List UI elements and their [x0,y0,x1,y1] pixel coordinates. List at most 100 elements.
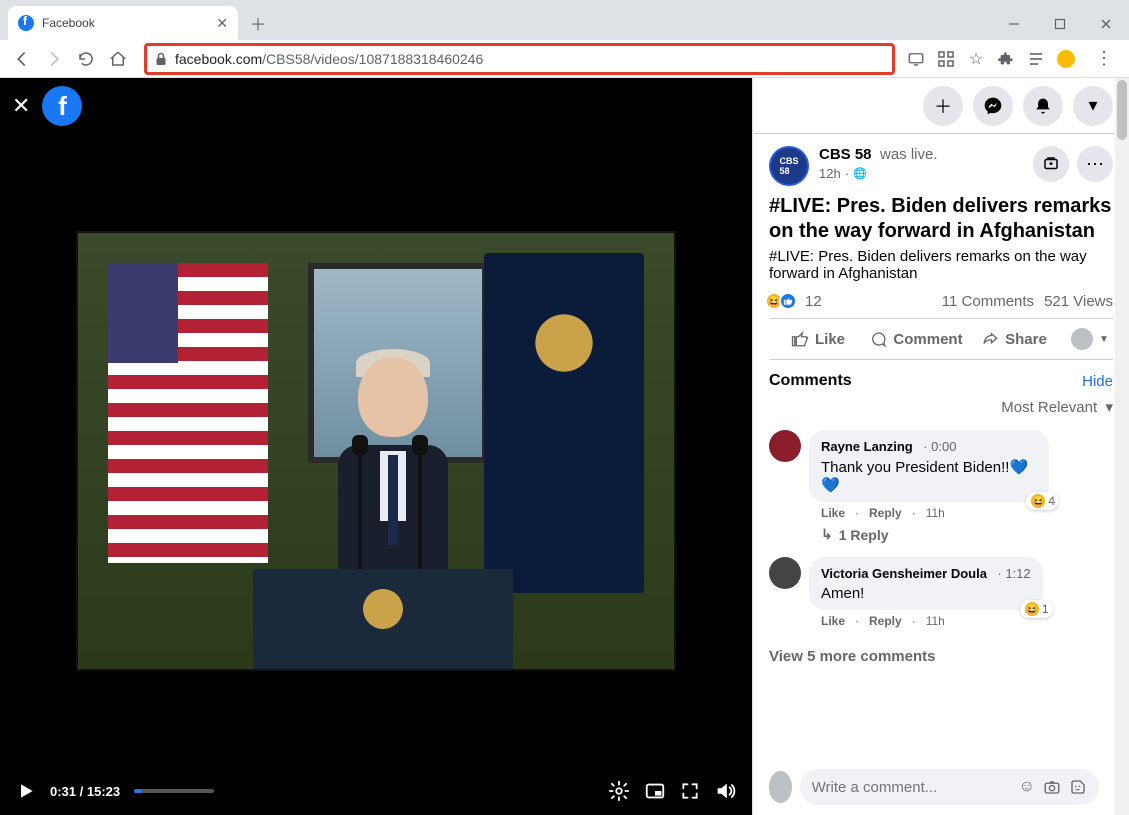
comment-text: Thank you President Biden!!💙💙 [821,458,1037,494]
view-more-comments-link[interactable]: View 5 more comments [753,638,1129,675]
comment-actions: Like · Reply · 11h [809,502,1113,524]
comment-item: Victoria Gensheimer Doula · 1:12 Amen! 😆… [753,551,1129,638]
comment-video-timestamp[interactable]: · 1:12 [997,566,1030,581]
post-meta: 12h · 🌐 [819,166,1023,181]
hide-comments-link[interactable]: Hide [1082,373,1113,390]
pip-icon[interactable] [644,780,666,802]
video-pane: ✕ f 0:31 / 15:23 [0,78,752,815]
lock-icon [155,52,167,66]
comment-like-link[interactable]: Like [821,614,845,628]
view-replies-link[interactable]: ↳ 1 Reply [809,524,1113,545]
window-controls [991,8,1129,40]
cast-icon[interactable] [907,50,925,68]
comment-reply-link[interactable]: Reply [869,506,902,520]
comment-time[interactable]: 11h [926,506,945,520]
chrome-menu-button[interactable]: ⋮ [1087,48,1121,69]
video-controls: 0:31 / 15:23 [0,767,752,815]
comment-like-link[interactable]: Like [821,506,845,520]
volume-icon[interactable] [714,780,736,802]
close-video-button[interactable]: ✕ [12,93,30,119]
comment-input[interactable] [812,779,1011,796]
video-seek-bar[interactable] [134,789,214,793]
comment-reaction-badge[interactable]: 😆1 [1020,600,1053,618]
extension-icons: ☆ ⋮ [907,48,1121,69]
extension-yellow-icon[interactable] [1057,50,1075,68]
fb-top-actions: ＋ ▾ [753,78,1129,134]
comment-input-box[interactable]: ☺ [800,769,1099,805]
address-bar[interactable]: facebook.com/CBS58/videos/10871883184602… [144,43,895,75]
window-minimize-button[interactable] [991,8,1037,40]
like-button[interactable]: Like [769,319,867,359]
camera-icon[interactable] [1043,778,1061,796]
live-suffix: was live. [880,146,938,163]
scrollbar[interactable] [1115,78,1129,815]
nav-forward-button[interactable] [40,45,68,73]
post-timestamp[interactable]: 12h [819,166,841,181]
emoji-icon[interactable]: ☺ [1019,778,1035,796]
nav-home-button[interactable] [104,45,132,73]
comment-avatar[interactable] [769,557,801,589]
comments-header: Comments [769,372,852,390]
comment-author[interactable]: Rayne Lanzing [821,439,913,454]
browser-toolbar: facebook.com/CBS58/videos/10871883184602… [0,40,1129,78]
share-button[interactable]: Share [965,319,1063,359]
post-header: CBS58 CBS 58 was live. 12h · 🌐 ⋯ [753,134,1129,186]
create-button[interactable]: ＋ [923,86,963,126]
page-avatar[interactable]: CBS58 [769,146,809,186]
side-pane: ＋ ▾ CBS58 CBS 58 was live. 12h · 🌐 ⋯ #LI… [752,78,1129,815]
comment-count[interactable]: 11 Comments [942,293,1034,310]
play-button[interactable] [16,781,36,801]
comment-sort-dropdown[interactable]: Most Relevant ▾ [753,394,1129,424]
window-maximize-button[interactable] [1037,8,1083,40]
avatar-icon [1071,328,1093,350]
browser-tab-strip: Facebook ✕ ＋ [0,0,1129,40]
page-name[interactable]: CBS 58 [819,146,872,163]
reaction-icons[interactable]: 😆 [769,292,797,310]
video-top-bar: ✕ f [0,78,752,134]
globe-icon: 🌐 [853,167,867,180]
comment-time[interactable]: 11h [926,614,945,628]
account-menu-button[interactable]: ▾ [1073,86,1113,126]
comment-avatar[interactable] [769,430,801,462]
comment-reply-link[interactable]: Reply [869,614,902,628]
comment-button[interactable]: Comment [867,319,965,359]
post-stats: 😆 12 11 Comments 521 Views [753,282,1129,318]
comment-reaction-badge[interactable]: 😆4 [1026,492,1059,510]
sticker-icon[interactable] [1069,778,1087,796]
bookmark-star-icon[interactable]: ☆ [967,50,985,68]
tab-close-icon[interactable]: ✕ [216,15,228,32]
compose-avatar[interactable] [769,771,792,803]
fullscreen-icon[interactable] [680,781,700,801]
facebook-favicon [18,15,34,31]
nav-reload-button[interactable] [72,45,100,73]
facebook-logo[interactable]: f [42,86,82,126]
comment-actions: Like · Reply · 11h [809,610,1113,632]
view-count: 521 Views [1044,293,1113,310]
like-reaction-icon [779,292,797,310]
share-as-button[interactable]: ▼ [1063,319,1113,359]
browser-tab[interactable]: Facebook ✕ [8,6,238,40]
extension-grid-icon[interactable] [937,50,955,68]
post-action-bar: Like Comment Share ▼ [769,318,1113,360]
comment-text: Amen! [821,585,1031,602]
new-tab-button[interactable]: ＋ [244,9,272,37]
comment-video-timestamp[interactable]: · 0:00 [923,439,956,454]
video-viewport[interactable] [0,134,752,767]
extensions-puzzle-icon[interactable] [997,50,1015,68]
tab-title: Facebook [42,16,208,30]
reaction-count[interactable]: 12 [805,293,822,310]
comment-author[interactable]: Victoria Gensheimer Doula [821,566,987,581]
post-description: #LIVE: Pres. Biden delivers remarks on t… [753,244,1129,282]
comment-bubble: Rayne Lanzing · 0:00 Thank you President… [809,430,1049,502]
comment-item: Rayne Lanzing · 0:00 Thank you President… [753,424,1129,551]
comments-header-row: Comments Hide [753,360,1129,394]
video-frame-image [76,231,676,671]
post-more-button[interactable]: ⋯ [1077,146,1113,182]
save-video-button[interactable] [1033,146,1069,182]
notifications-button[interactable] [1023,86,1063,126]
reading-list-icon[interactable] [1027,50,1045,68]
nav-back-button[interactable] [8,45,36,73]
messenger-button[interactable] [973,86,1013,126]
settings-gear-icon[interactable] [608,780,630,802]
window-close-button[interactable] [1083,8,1129,40]
